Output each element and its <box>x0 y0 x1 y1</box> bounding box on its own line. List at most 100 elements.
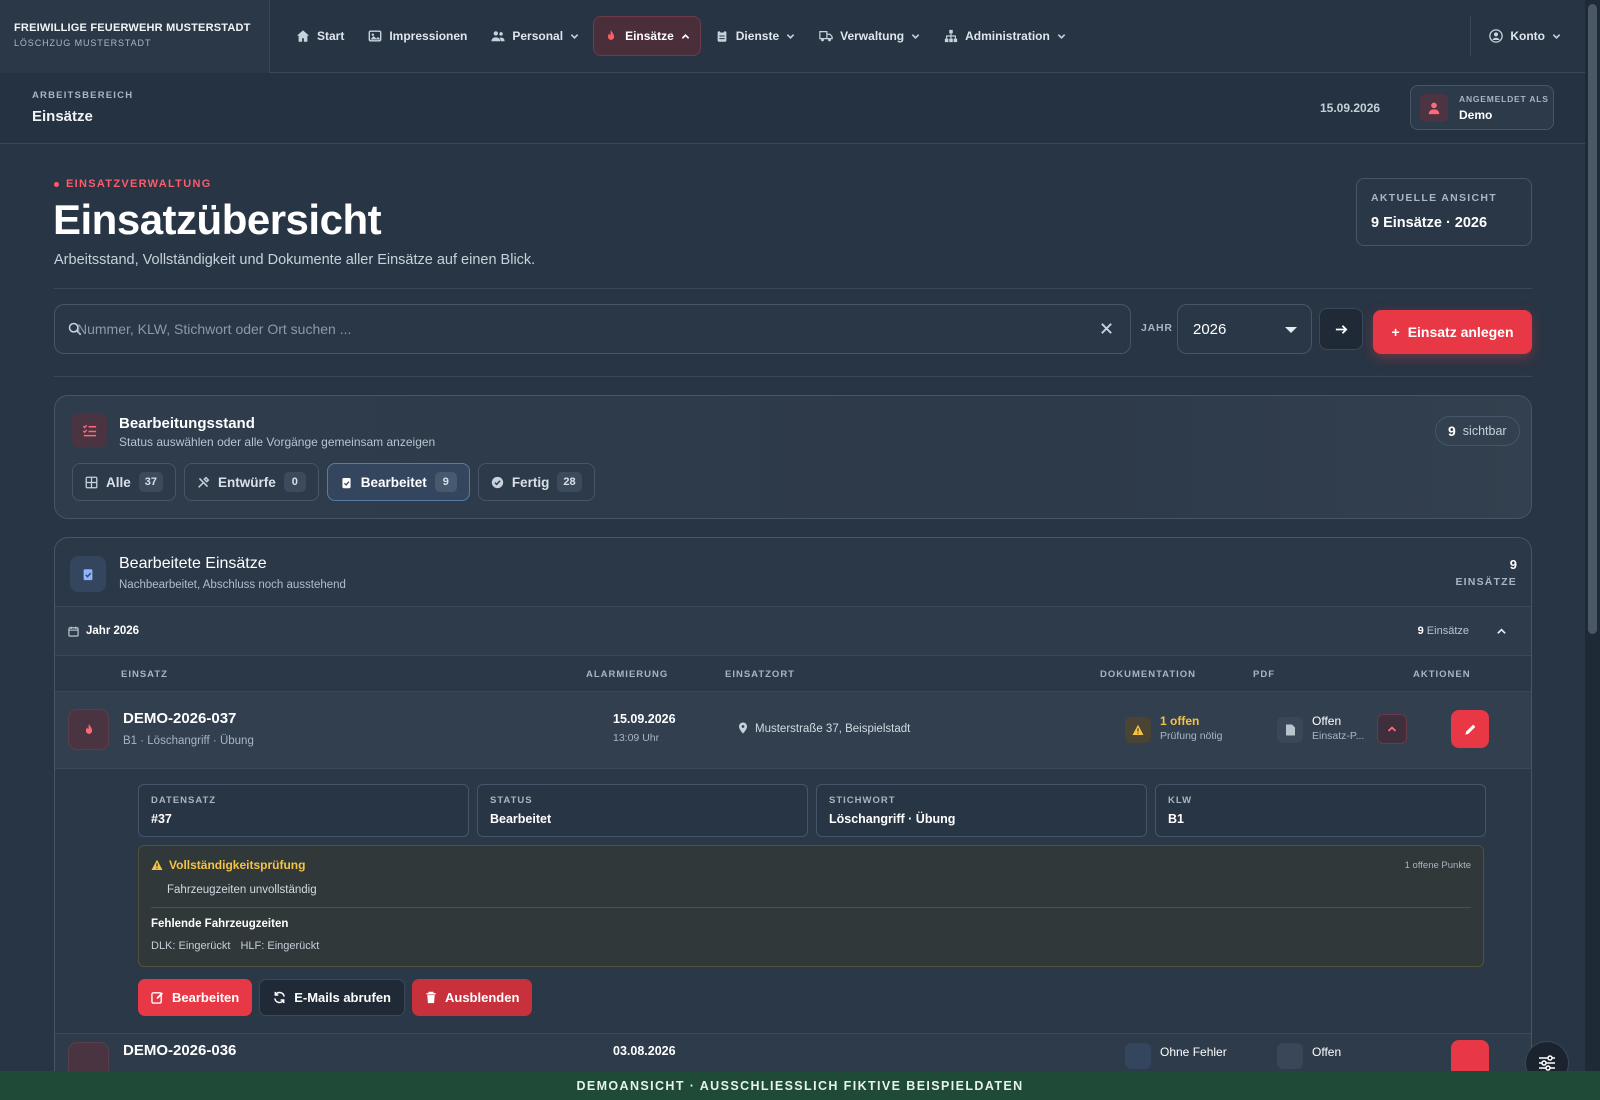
edit-button[interactable]: Bearbeiten <box>138 979 253 1016</box>
account-menu[interactable]: Konto <box>1470 16 1585 56</box>
filter-bearbeitet[interactable]: Bearbeitet 9 <box>326 463 470 501</box>
nav-verwaltung[interactable]: Verwaltung <box>809 16 930 56</box>
filter-label: Alle <box>106 474 131 490</box>
home-icon <box>296 30 310 42</box>
alarm-date: 03.08.2026 <box>613 1044 676 1058</box>
nav-impressionen[interactable]: Impressionen <box>358 16 477 56</box>
current-view-value: 9 Einsätze · 2026 <box>1371 215 1488 231</box>
year-label: JAHR <box>1141 322 1173 334</box>
edit-icon <box>151 992 164 1004</box>
incident-location: Musterstraße 37, Beispielstadt <box>755 723 911 735</box>
completeness-title: Vollständigkeitsprüfung <box>169 858 306 872</box>
workspace-date: 15.09.2026 <box>1320 101 1381 115</box>
chevron-up-icon <box>681 33 689 39</box>
missing-times-list: DLK: Eingerückt HLF: Eingerückt <box>151 940 319 952</box>
hide-button[interactable]: Ausblenden <box>412 979 533 1016</box>
workspace-kicker: ARBEITSBEREICH <box>32 90 134 101</box>
check-circle-icon <box>491 476 503 488</box>
filter-fertig[interactable]: Fertig 28 <box>477 463 595 501</box>
year-select[interactable]: 2026 <box>1177 304 1312 354</box>
sliders-icon <box>1539 1055 1555 1071</box>
section-kicker-label: EINSATZVERWALTUNG <box>66 178 212 190</box>
divider <box>151 907 1471 908</box>
scrollbar-thumb[interactable] <box>1588 4 1597 634</box>
clear-search-icon[interactable] <box>1099 321 1114 336</box>
chevron-up-icon[interactable] <box>1496 626 1507 637</box>
detail-field-status: STATUS Bearbeitet <box>477 784 808 837</box>
status-subtitle: Status auswählen oder alle Vorgänge geme… <box>119 435 436 449</box>
field-key: KLW <box>1168 795 1193 806</box>
documentation-status: Ohne Fehler <box>1160 1045 1227 1059</box>
image-icon <box>368 30 382 42</box>
detail-actions: Bearbeiten E-Mails abrufen Ausblenden <box>138 979 533 1016</box>
col-einsatzort: EINSATZORT <box>725 669 795 680</box>
warning-icon <box>151 859 163 870</box>
page-title: Einsatzübersicht <box>53 196 382 243</box>
new-incident-button[interactable]: + Einsatz anlegen <box>1373 310 1532 354</box>
nav-dienste[interactable]: Dienste <box>705 16 805 56</box>
list-header: Bearbeitete Einsätze Nachbearbeitet, Abs… <box>55 538 1531 607</box>
incident-id[interactable]: DEMO-2026-037 <box>123 710 236 727</box>
filter-entwuerfe[interactable]: Entwürfe 0 <box>184 463 319 501</box>
current-view-kicker: AKTUELLE ANSICHT <box>1371 192 1497 204</box>
filter-count: 37 <box>138 472 164 492</box>
alarm-time: 13:09 Uhr <box>613 732 660 744</box>
col-aktionen: AKTIONEN <box>1413 669 1471 680</box>
filter-count: 9 <box>434 472 457 492</box>
logged-in-user[interactable]: ANGEMELDET ALS Demo <box>1410 85 1554 130</box>
filter-alle[interactable]: Alle 37 <box>72 463 177 501</box>
scrollbar-track[interactable] <box>1585 0 1600 1100</box>
workspace-bar: ARBEITSBEREICH Einsätze 15.09.2026 ANGEM… <box>0 73 1585 144</box>
incident-id[interactable]: DEMO-2026-036 <box>123 1042 236 1059</box>
list-title: Bearbeitete Einsätze <box>119 555 267 572</box>
user-icon <box>1428 102 1440 115</box>
collapse-row-button[interactable] <box>1377 714 1407 744</box>
truck-icon <box>819 31 833 42</box>
year-group-header[interactable]: Jahr 2026 9 Einsätze <box>55 607 1531 656</box>
fetch-emails-button[interactable]: E-Mails abrufen <box>259 979 405 1016</box>
table-row[interactable]: DEMO-2026-037 B1 · Löschangriff · Übung … <box>55 692 1531 769</box>
documentation-status: 1 offen <box>1160 714 1200 728</box>
alarm-date: 15.09.2026 <box>613 712 676 726</box>
apply-filter-button[interactable] <box>1319 308 1363 350</box>
chevron-down-icon <box>786 33 795 39</box>
user-circle-icon <box>1489 29 1504 43</box>
visible-label: sichtbar <box>1462 424 1507 438</box>
edit-row-button[interactable] <box>1451 710 1489 748</box>
warning-icon <box>1125 717 1151 743</box>
search-input[interactable] <box>77 305 1077 353</box>
field-value: Löschangriff · Übung <box>829 812 956 826</box>
main-menu: Start Impressionen Personal Einsätze Die… <box>286 16 1076 56</box>
detail-field-datensatz: DATENSATZ #37 <box>138 784 469 837</box>
status-title: Bearbeitungsstand <box>119 415 255 432</box>
nav-personal[interactable]: Personal <box>481 16 589 56</box>
calendar-icon <box>68 626 79 637</box>
nav-einsaetze[interactable]: Einsätze <box>593 16 701 56</box>
list-subtitle: Nachbearbeitet, Abschluss noch ausstehen… <box>119 579 346 591</box>
completeness-item: Fahrzeugzeiten unvollständig <box>167 884 317 896</box>
nav-start[interactable]: Start <box>286 16 354 56</box>
arrow-right-icon <box>1335 324 1347 334</box>
divider <box>54 288 1532 289</box>
documentation-sub: Prüfung nötig <box>1160 730 1223 742</box>
field-key: STATUS <box>490 795 533 806</box>
nav-administration-label: Administration <box>965 29 1050 43</box>
plus-icon: + <box>1391 324 1400 340</box>
filter-count: 0 <box>283 472 306 492</box>
file-icon <box>1277 1043 1303 1069</box>
nav-administration[interactable]: Administration <box>934 16 1076 56</box>
edit-button-label: Bearbeiten <box>172 990 240 1005</box>
filter-label: Entwürfe <box>218 474 276 490</box>
table-header: EINSATZ ALARMIERUNG EINSATZORT DOKUMENTA… <box>55 656 1531 692</box>
col-pdf: PDF <box>1253 669 1275 680</box>
field-value: Bearbeitet <box>490 812 552 826</box>
demo-banner: DEMOANSICHT · AUSSCHLIESSLICH FIKTIVE BE… <box>0 1071 1600 1100</box>
top-navigation: FREIWILLIGE FEUERWEHR MUSTERSTADT LÖSCHZ… <box>0 0 1585 73</box>
new-incident-label: Einsatz anlegen <box>1407 324 1514 340</box>
pdf-status: Offen <box>1312 714 1342 728</box>
visible-count: 9 <box>1448 423 1456 439</box>
detail-field-klw: KLW B1 <box>1155 784 1486 837</box>
flame-icon <box>68 709 109 750</box>
col-alarmierung: ALARMIERUNG <box>586 669 669 680</box>
brand[interactable]: FREIWILLIGE FEUERWEHR MUSTERSTADT LÖSCHZ… <box>0 0 270 73</box>
